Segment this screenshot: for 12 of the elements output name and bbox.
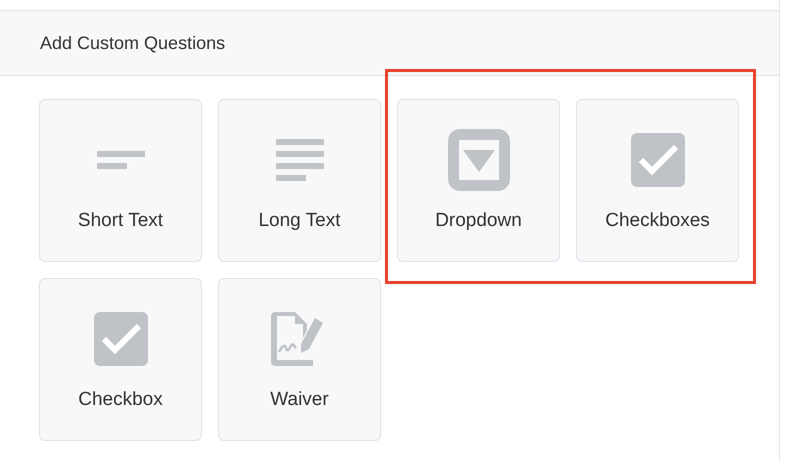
dropdown-icon — [448, 129, 510, 191]
question-type-card[interactable]: Short Text — [39, 99, 202, 262]
question-type-card[interactable]: Long Text — [218, 99, 381, 262]
paragraph-lines-icon — [276, 139, 324, 181]
question-type-card[interactable]: Waiver — [218, 278, 381, 441]
short-lines-icon — [96, 151, 144, 169]
section-title: Add Custom Questions — [40, 32, 226, 54]
question-type-card[interactable]: Checkbox — [39, 278, 202, 441]
checkbox-icon — [630, 133, 684, 187]
question-type-card[interactable]: Dropdown — [397, 99, 560, 262]
checkbox-icon — [94, 312, 148, 366]
question-type-card[interactable]: Checkboxes — [576, 99, 739, 262]
